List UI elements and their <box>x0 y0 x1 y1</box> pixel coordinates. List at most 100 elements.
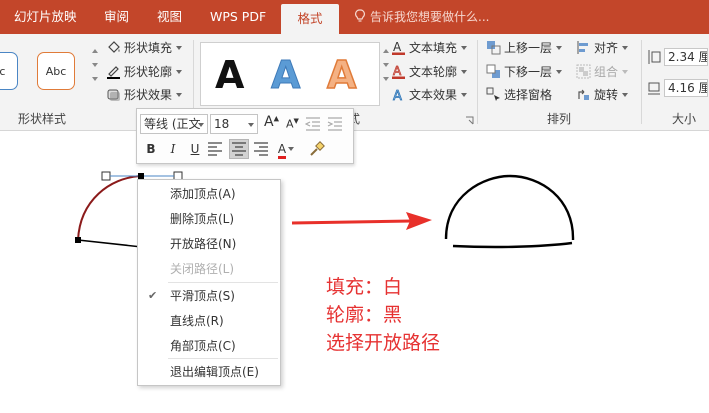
tab-review[interactable]: 审阅 <box>104 0 129 34</box>
menu-item-straight-point[interactable]: 直线点(R) <box>138 310 280 332</box>
ribbon-format: oc Abc 形状填充 形状轮廓 形状效果 形状样式 A A A A 文本填充 A… <box>0 34 709 131</box>
svg-text:A: A <box>393 40 402 54</box>
menu-separator <box>168 282 278 283</box>
tab-format[interactable]: 格式 <box>281 4 339 34</box>
format-painter-icon[interactable] <box>309 141 325 157</box>
scroll-down-icon[interactable] <box>91 63 98 67</box>
wordart-gallery[interactable]: A A A <box>200 42 380 106</box>
align-label: 对齐 <box>594 41 619 55</box>
shape-fill-button[interactable]: 形状填充 <box>106 38 183 58</box>
chevron-down-icon <box>198 123 204 127</box>
shape-effects-label: 形状效果 <box>124 88 173 102</box>
shape-effects-button[interactable]: 形状效果 <box>106 85 183 105</box>
font-color-label: A <box>277 142 287 159</box>
chevron-down-icon <box>288 147 295 151</box>
lightbulb-icon <box>355 9 365 22</box>
shape-style-scroll[interactable] <box>90 42 99 106</box>
align-right-icon[interactable] <box>253 142 269 156</box>
ribbon-tab-bar: 幻灯片放映 审阅 视图 WPS PDF 格式 告诉我您想要做什么... <box>0 0 709 34</box>
tab-slideshow[interactable]: 幻灯片放映 <box>14 0 77 34</box>
text-outline-button[interactable]: A 文本轮廓 <box>391 62 468 82</box>
selection-pane-button[interactable]: 选择窗格 <box>486 85 552 105</box>
arrow-line <box>291 219 413 225</box>
chevron-down-icon <box>461 46 468 50</box>
result-shape-base[interactable] <box>452 241 573 249</box>
menu-item-exit-edit-points[interactable]: 退出编辑顶点(E) <box>138 361 280 383</box>
vertex-point[interactable] <box>75 237 81 243</box>
menu-item-add-point[interactable]: 添加顶点(A) <box>138 183 280 205</box>
align-center-button[interactable] <box>229 139 249 159</box>
shape-height-input[interactable]: 2.34 厘 <box>664 48 708 66</box>
chevron-down-icon <box>556 70 563 74</box>
mini-toolbar: 等线 (正文 18 A▲ A▼ B I U A <box>136 108 354 164</box>
send-backward-button[interactable]: 下移一层 <box>486 62 563 82</box>
shape-outline-button[interactable]: 形状轮廓 <box>106 62 183 82</box>
font-color-button[interactable]: A <box>275 139 297 159</box>
menu-item-label: 退出编辑顶点(E) <box>170 365 259 379</box>
font-family-select[interactable]: 等线 (正文 <box>140 114 208 134</box>
dialog-launcher-icon[interactable] <box>465 116 474 125</box>
scroll-up-icon[interactable] <box>91 49 98 53</box>
increase-indent-icon[interactable] <box>327 117 343 131</box>
shape-style-preset-2[interactable]: Abc <box>37 52 75 90</box>
align-center-icon <box>232 142 246 156</box>
menu-item-label: 平滑顶点(S) <box>170 289 235 303</box>
italic-button[interactable]: I <box>163 139 183 159</box>
bold-button[interactable]: B <box>141 139 161 159</box>
edited-shape-path[interactable] <box>77 175 141 241</box>
gallery-more-icon[interactable] <box>382 77 389 81</box>
text-effects-button[interactable]: A 文本效果 <box>391 85 468 105</box>
text-fill-label: 文本填充 <box>409 41 458 55</box>
bring-forward-button[interactable]: 上移一层 <box>486 38 563 58</box>
result-shape-arc[interactable] <box>444 174 575 241</box>
underline-button[interactable]: U <box>185 139 205 159</box>
rotate-button[interactable]: 旋转 <box>576 85 629 105</box>
menu-item-delete-point[interactable]: 删除顶点(L) <box>138 208 280 230</box>
shape-style-preset-1[interactable]: oc <box>0 52 18 90</box>
tell-me-text: 告诉我您想要做什么... <box>370 10 490 24</box>
gallery-more-icon[interactable] <box>91 77 98 81</box>
text-fill-button[interactable]: A 文本填充 <box>391 38 468 58</box>
menu-item-corner-point[interactable]: 角部顶点(C) <box>138 335 280 357</box>
text-effects-label: 文本效果 <box>409 88 458 102</box>
group-button[interactable]: 组合 <box>576 62 629 82</box>
menu-item-smooth-point[interactable]: ✔ 平滑顶点(S) <box>138 285 280 307</box>
shape-fill-label: 形状填充 <box>124 41 173 55</box>
send-backward-label: 下移一层 <box>504 65 553 79</box>
scroll-up-icon[interactable] <box>382 49 389 53</box>
bezier-handle[interactable] <box>101 171 111 181</box>
decrease-indent-icon[interactable] <box>305 117 321 131</box>
tell-me-search[interactable]: 告诉我您想要做什么... <box>354 0 489 34</box>
menu-item-close-path[interactable]: 关闭路径(L) <box>138 258 280 280</box>
chevron-down-icon <box>176 70 183 74</box>
send-backward-icon <box>486 64 500 78</box>
menu-item-label: 关闭路径(L) <box>170 262 235 276</box>
wordart-sample-blue[interactable]: A <box>270 48 300 102</box>
font-size-select[interactable]: 18 <box>210 114 258 134</box>
pen-icon <box>107 66 120 79</box>
shape-effects-icon <box>107 89 120 101</box>
align-button[interactable]: 对齐 <box>576 38 629 58</box>
selection-pane-label: 选择窗格 <box>504 88 553 102</box>
grow-font-button[interactable]: A▲ <box>264 114 279 130</box>
tab-wps-pdf[interactable]: WPS PDF <box>210 0 266 34</box>
scroll-down-icon[interactable] <box>382 63 389 67</box>
bring-forward-icon <box>487 41 501 55</box>
text-outline-icon: A <box>392 64 405 79</box>
shape-width-input[interactable]: 4.16 厘 <box>664 79 708 97</box>
wordart-sample-black[interactable]: A <box>215 48 244 102</box>
shrink-font-button[interactable]: A▼ <box>286 117 299 131</box>
annotation-open-path: 选择开放路径 <box>326 332 441 354</box>
slide-canvas <box>75 171 575 250</box>
align-left-icon[interactable] <box>207 142 223 156</box>
rotate-label: 旋转 <box>594 88 619 102</box>
font-family-value: 等线 (正文 <box>144 117 201 131</box>
wordart-sample-orange[interactable]: A <box>326 48 357 102</box>
chevron-down-icon <box>461 93 468 97</box>
menu-item-open-path[interactable]: 开放路径(N) <box>138 233 280 255</box>
menu-item-label: 角部顶点(C) <box>170 339 236 353</box>
group-label: 组合 <box>594 65 619 79</box>
wordart-scroll[interactable] <box>381 42 390 106</box>
tab-view[interactable]: 视图 <box>157 0 182 34</box>
rotate-icon <box>578 89 589 100</box>
